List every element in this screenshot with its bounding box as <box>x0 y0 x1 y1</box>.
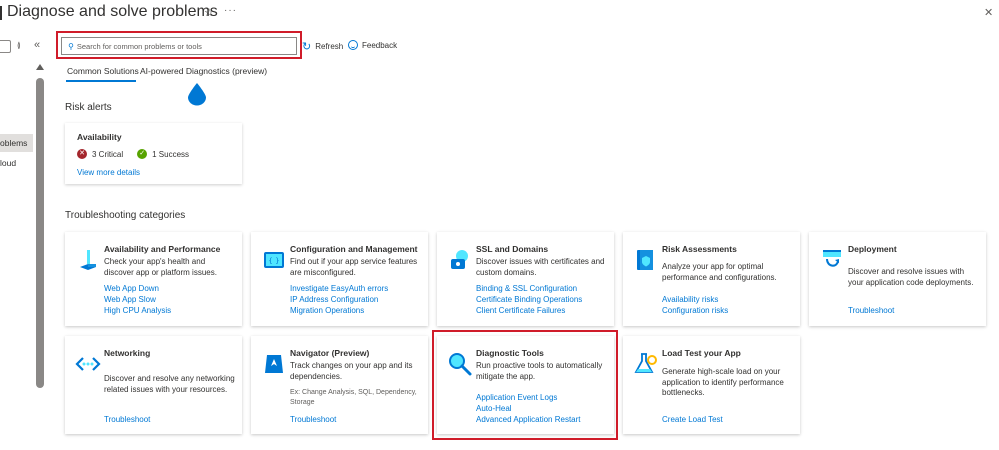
critical-count: 3 Critical <box>92 149 124 159</box>
load-test-icon <box>634 353 657 373</box>
risk-card-title: Availability <box>77 132 122 142</box>
card-title: Load Test your App <box>662 348 741 358</box>
card-title: Deployment <box>848 244 897 254</box>
card-title: Availability and Performance <box>104 244 221 254</box>
card-links: Web App Down Web App Slow High CPU Analy… <box>104 284 171 316</box>
critical-icon: ✕ <box>77 149 87 159</box>
scroll-up-arrow[interactable] <box>36 64 44 70</box>
card-description: Track changes on your app and its depend… <box>290 361 413 381</box>
success-icon: ✓ <box>137 149 148 159</box>
link-configuration-risks[interactable]: Configuration risks <box>662 306 728 316</box>
category-card-load-test[interactable]: Load Test your App Generate high-scale l… <box>623 336 800 434</box>
networking-icon <box>75 357 101 371</box>
refresh-icon: ↻ <box>302 41 312 53</box>
link-ip-config[interactable]: IP Address Configuration <box>290 295 388 305</box>
ssl-icon <box>451 250 468 269</box>
active-tab-indicator <box>66 80 136 82</box>
risk-status-row: ✕ 3 Critical ✓ 1 Success <box>77 149 203 159</box>
diagnostic-tools-highlight-box <box>432 330 618 440</box>
link-web-app-slow[interactable]: Web App Slow <box>104 295 171 305</box>
risk-assessment-icon <box>637 250 653 270</box>
category-card-navigator[interactable]: Navigator (Preview) Track changes on you… <box>251 336 428 434</box>
card-title: Configuration and Management <box>290 244 418 254</box>
drop-icon <box>188 83 206 106</box>
card-description: Discover issues with certificates and cu… <box>476 257 605 277</box>
card-links: Binding & SSL Configuration Certificate … <box>476 284 582 316</box>
tab-ai-diagnostics[interactable]: AI-powered Diagnostics (preview) <box>140 66 267 76</box>
refresh-label: Refresh <box>315 42 344 51</box>
card-description: Find out if your app service features ar… <box>290 257 418 277</box>
link-troubleshoot-networking[interactable]: Troubleshoot <box>104 415 150 425</box>
card-description: Discover and resolve any networking rela… <box>104 374 235 394</box>
nav-filter-box[interactable] <box>0 40 11 53</box>
availability-icon <box>80 250 96 270</box>
sidebar-item-cloud[interactable]: loud <box>0 158 33 168</box>
tab-common-solutions[interactable]: Common Solutions <box>67 66 139 76</box>
category-card-ssl[interactable]: SSL and Domains Discover issues with cer… <box>437 232 614 326</box>
more-options-icon[interactable]: ··· <box>224 5 237 16</box>
card-links: Create Load Test <box>662 415 723 425</box>
search-icon: ⚲ <box>68 41 74 51</box>
title-accent-bar <box>0 6 2 20</box>
navigator-icon <box>265 355 283 373</box>
card-title: Navigator (Preview) <box>290 348 370 358</box>
link-troubleshoot-deployment[interactable]: Troubleshoot <box>848 306 894 316</box>
card-title: SSL and Domains <box>476 244 549 254</box>
collapse-nav-icon[interactable]: « <box>34 39 40 51</box>
link-high-cpu[interactable]: High CPU Analysis <box>104 306 171 316</box>
link-migration[interactable]: Migration Operations <box>290 306 388 316</box>
star-icon[interactable]: ☆ <box>204 6 214 19</box>
configuration-icon: { } <box>264 252 284 268</box>
page-title: Diagnose and solve problems <box>7 3 218 20</box>
deployment-icon <box>823 250 841 267</box>
card-links: Investigate EasyAuth errors IP Address C… <box>290 284 388 316</box>
card-title: Networking <box>104 348 151 358</box>
card-links: Availability risks Configuration risks <box>662 295 728 316</box>
svg-text:{ }: { } <box>268 257 279 265</box>
success-count: 1 Success <box>152 149 190 159</box>
card-description: Discover and resolve issues with your ap… <box>848 267 974 287</box>
smiley-icon <box>348 40 358 50</box>
card-links: Troubleshoot <box>104 415 150 425</box>
feedback-label: Feedback <box>362 40 398 50</box>
scrollbar-thumb[interactable] <box>36 78 44 388</box>
link-binding-ssl[interactable]: Binding & SSL Configuration <box>476 284 582 294</box>
link-easyauth[interactable]: Investigate EasyAuth errors <box>290 284 388 294</box>
category-card-networking[interactable]: Networking Discover and resolve any netw… <box>65 336 242 434</box>
search-input[interactable] <box>76 41 287 51</box>
card-links: Troubleshoot <box>290 415 336 425</box>
search-box[interactable]: ⚲ <box>61 37 297 55</box>
refresh-button[interactable]: ↻ Refresh <box>302 40 343 53</box>
card-title: Risk Assessments <box>662 244 737 254</box>
troubleshooting-heading: Troubleshooting categories <box>65 210 186 221</box>
category-card-configuration[interactable]: { } Configuration and Management Find ou… <box>251 232 428 326</box>
view-more-details-link[interactable]: View more details <box>77 168 140 177</box>
risk-alerts-heading: Risk alerts <box>65 102 112 113</box>
category-card-availability[interactable]: Availability and Performance Check your … <box>65 232 242 326</box>
link-troubleshoot-navigator[interactable]: Troubleshoot <box>290 415 336 425</box>
nav-expand-icon[interactable]: ≬ <box>17 41 21 50</box>
feedback-button[interactable]: Feedback <box>348 40 397 50</box>
link-client-cert[interactable]: Client Certificate Failures <box>476 306 582 316</box>
card-description: Check your app's health and discover app… <box>104 257 217 277</box>
close-icon[interactable]: ✕ <box>984 6 993 19</box>
card-note: Ex: Change Analysis, SQL, Dependency, St… <box>290 389 417 406</box>
link-cert-binding[interactable]: Certificate Binding Operations <box>476 295 582 305</box>
card-links: Troubleshoot <box>848 306 894 316</box>
availability-risk-card[interactable]: Availability ✕ 3 Critical ✓ 1 Success Vi… <box>65 123 242 184</box>
sidebar-item-diagnose[interactable]: oblems <box>0 134 33 152</box>
card-description: Analyze your app for optimal performance… <box>662 262 777 282</box>
link-availability-risks[interactable]: Availability risks <box>662 295 728 305</box>
link-create-load-test[interactable]: Create Load Test <box>662 415 723 425</box>
category-card-risk-assessments[interactable]: Risk Assessments Analyze your app for op… <box>623 232 800 326</box>
category-card-deployment[interactable]: Deployment Discover and resolve issues w… <box>809 232 986 326</box>
link-web-app-down[interactable]: Web App Down <box>104 284 171 294</box>
card-description: Generate high-scale load on your applica… <box>662 367 784 397</box>
